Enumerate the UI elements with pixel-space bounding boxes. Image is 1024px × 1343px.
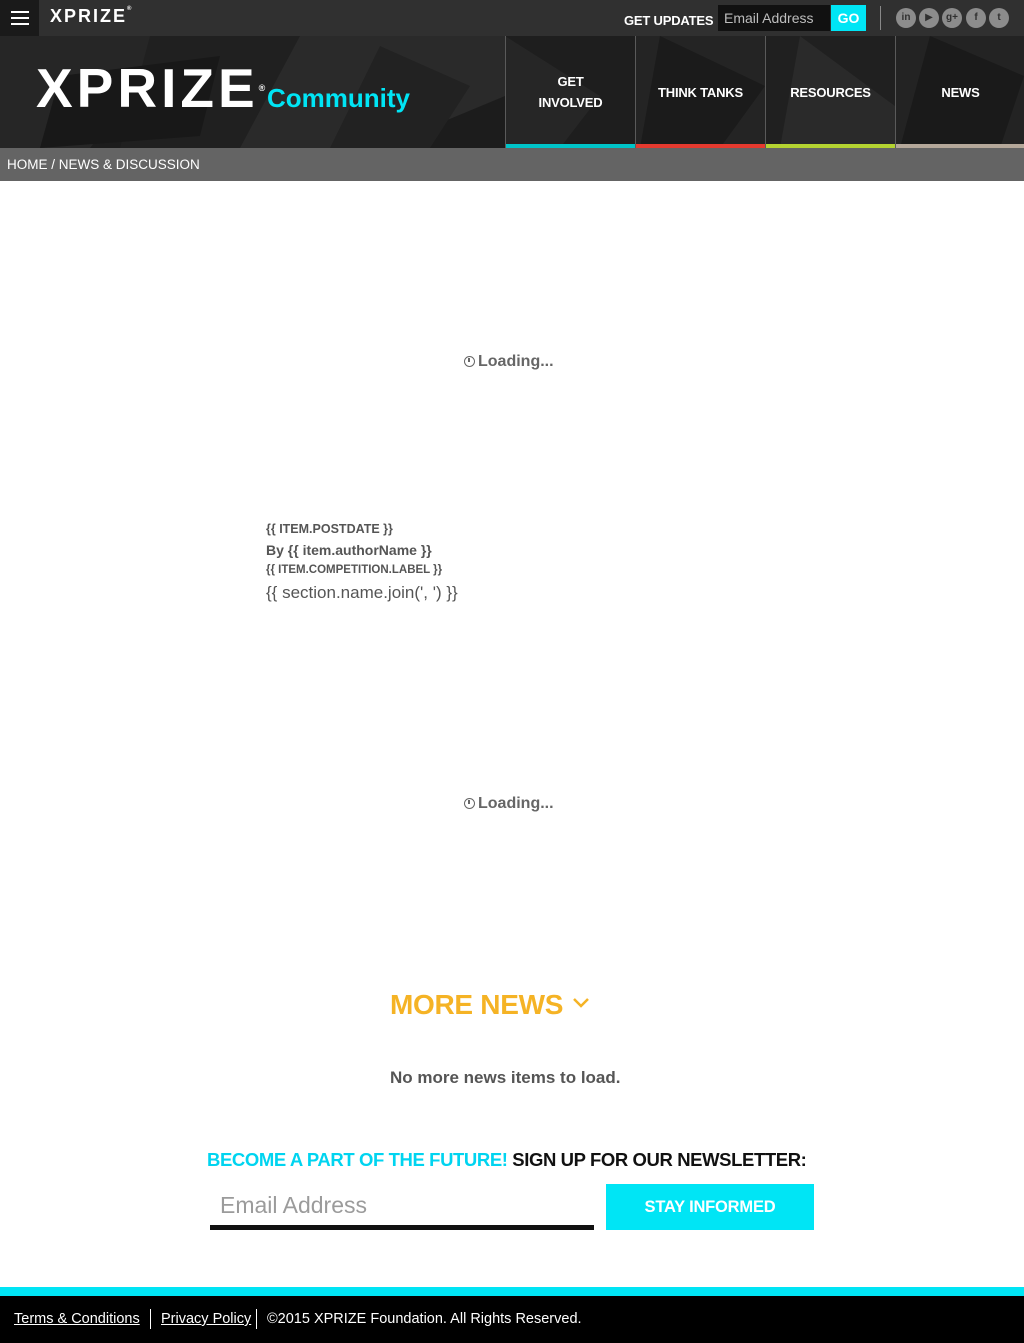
community-subtitle: Community: [267, 83, 410, 113]
top-utility-bar: XPRIZE® GET UPDATES GO in ▶ g+ f t: [0, 0, 1024, 36]
footer-accent-stripe: [0, 1287, 1024, 1296]
newsletter-email-input[interactable]: [210, 1186, 594, 1230]
youtube-icon[interactable]: ▶: [919, 8, 939, 28]
newsletter-headline-cyan: BECOME A PART OF THE FUTURE!: [207, 1149, 508, 1170]
chevron-down-icon[interactable]: [572, 997, 590, 1009]
nav-resources[interactable]: RESOURCES: [765, 36, 895, 148]
hamburger-menu-icon[interactable]: [0, 0, 39, 36]
terms-link[interactable]: Terms & Conditions: [14, 1311, 140, 1327]
xprize-main-logo[interactable]: XPRIZE®: [36, 58, 265, 118]
facebook-icon[interactable]: f: [966, 8, 986, 28]
loading-text: Loading...: [478, 353, 554, 370]
nav-label: RESOURCES: [790, 84, 871, 100]
post-section: {{ section.name.join(', ') }}: [266, 583, 458, 602]
footer-divider: [256, 1309, 257, 1329]
site-footer: Terms & Conditions Privacy Policy ©2015 …: [0, 1296, 1024, 1343]
no-more-news-message: No more news items to load.: [390, 1068, 621, 1087]
xprize-small-logo[interactable]: XPRIZE®: [50, 6, 133, 27]
loading-text: Loading...: [478, 795, 554, 812]
nav-news[interactable]: NEWS: [895, 36, 1024, 148]
nav-label: GET INVOLVED: [538, 74, 603, 110]
spinner-icon: [464, 798, 475, 809]
top-email-input[interactable]: [718, 5, 830, 31]
nav-label: NEWS: [941, 84, 980, 100]
go-button[interactable]: GO: [831, 5, 866, 31]
small-logo-text: XPRIZE: [50, 6, 128, 26]
get-updates-label: GET UPDATES: [624, 13, 714, 28]
divider: [880, 6, 881, 30]
twitter-icon[interactable]: t: [989, 8, 1009, 28]
linkedin-icon[interactable]: in: [896, 8, 916, 28]
spinner-icon: [464, 356, 475, 367]
nav-think-tanks[interactable]: THINK TANKS: [635, 36, 765, 148]
copyright-text: ©2015 XPRIZE Foundation. All Rights Rese…: [267, 1311, 582, 1327]
site-header: XPRIZE® Community GET INVOLVED THINK TAN…: [0, 36, 1024, 148]
loading-indicator: Loading...: [464, 795, 554, 813]
main-logo-text: XPRIZE: [36, 57, 259, 119]
post-author: By {{ item.authorName }}: [266, 542, 432, 558]
newsletter-headline: BECOME A PART OF THE FUTURE! SIGN UP FOR…: [207, 1149, 807, 1171]
google-plus-icon[interactable]: g+: [942, 8, 962, 28]
footer-divider: [150, 1309, 151, 1329]
post-competition: {{ ITEM.COMPETITION.LABEL }}: [266, 564, 443, 576]
privacy-link[interactable]: Privacy Policy: [161, 1311, 251, 1327]
loading-indicator: Loading...: [464, 353, 554, 371]
nav-label: THINK TANKS: [658, 84, 743, 100]
newsletter-headline-black: SIGN UP FOR OUR NEWSLETTER:: [512, 1149, 807, 1170]
post-date: {{ ITEM.POSTDATE }}: [266, 522, 393, 536]
nav-get-involved[interactable]: GET INVOLVED: [505, 36, 635, 148]
breadcrumb[interactable]: HOME / NEWS & DISCUSSION: [0, 148, 1024, 181]
more-news-button[interactable]: MORE NEWS: [390, 989, 563, 1021]
stay-informed-button[interactable]: STAY INFORMED: [606, 1184, 814, 1230]
